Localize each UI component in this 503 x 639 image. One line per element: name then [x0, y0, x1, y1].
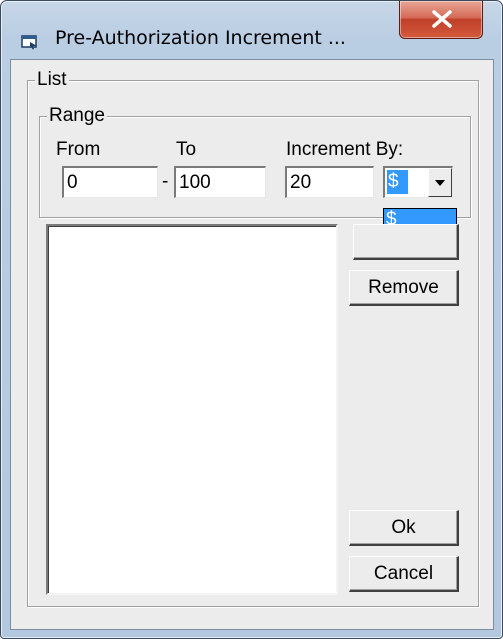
- from-input[interactable]: [62, 166, 158, 198]
- close-button[interactable]: [399, 1, 483, 39]
- increments-listbox[interactable]: [46, 224, 338, 595]
- range-group-label: Range: [47, 105, 107, 126]
- from-label: From: [56, 139, 101, 160]
- cancel-button[interactable]: Cancel: [349, 556, 459, 592]
- combobox-dropdown-button[interactable]: [428, 168, 452, 197]
- range-separator: -: [162, 171, 169, 192]
- to-input[interactable]: [174, 166, 266, 198]
- add-button[interactable]: [353, 224, 459, 260]
- remove-button[interactable]: Remove: [349, 270, 459, 306]
- window-app-icon: [21, 34, 39, 50]
- unit-combobox-value: $: [387, 170, 408, 194]
- close-icon: [432, 10, 452, 28]
- to-label: To: [176, 139, 197, 160]
- unit-combobox[interactable]: $: [383, 166, 453, 198]
- dialog-client-area: List Range From To Increment By: - $ $ %…: [10, 59, 494, 630]
- ok-button[interactable]: Ok: [349, 510, 459, 546]
- window-title: Pre-Authorization Increment ...: [55, 27, 346, 49]
- chevron-down-icon: [435, 180, 445, 186]
- list-group-label: List: [35, 69, 69, 90]
- dialog-window: Pre-Authorization Increment ... List Ran…: [0, 0, 503, 639]
- increment-input[interactable]: [285, 166, 374, 198]
- increment-by-label: Increment By:: [286, 139, 404, 160]
